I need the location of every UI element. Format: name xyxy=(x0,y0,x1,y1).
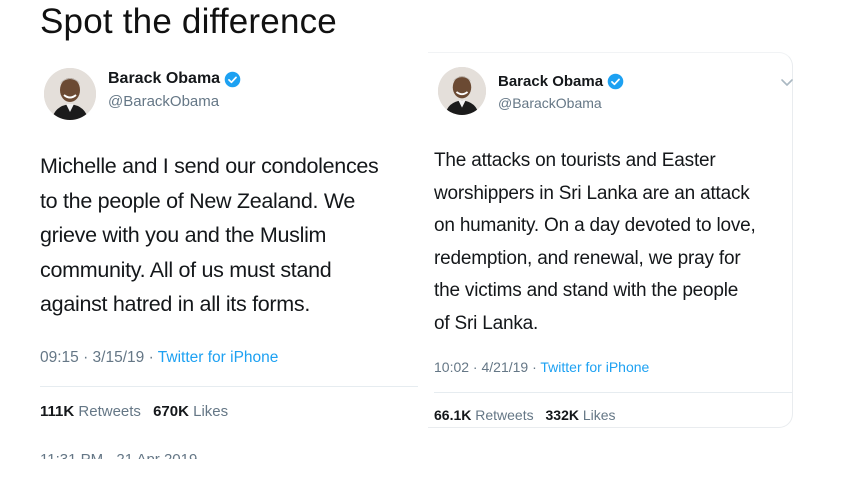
tweet-text-line: of Sri Lanka. xyxy=(434,312,539,334)
tweet-text-line: against hatred in all its forms. xyxy=(40,292,311,316)
tweet-source-link[interactable]: Twitter for iPhone xyxy=(540,359,649,375)
tweet-timestamp: 09:15 · 3/15/19 · Twitter for iPhone xyxy=(40,349,278,367)
tweet-text-line: to the people of New Zealand. We xyxy=(40,188,356,213)
verified-badge-icon xyxy=(224,71,241,88)
chevron-down-icon[interactable] xyxy=(780,78,794,88)
avatar[interactable] xyxy=(44,68,96,120)
tweet-stats: 66.1K Retweets 332K Likes xyxy=(434,407,616,423)
tweet-text-line: community. All of us must stand xyxy=(40,257,332,282)
tweet-stats: 111K Retweets 670K Likes xyxy=(40,403,228,420)
retweet-label[interactable]: Retweets xyxy=(475,407,533,423)
author-handle[interactable]: @BarackObama xyxy=(108,93,219,110)
tweet-card-new-zealand: Barack Obama @BarackObama Michelle and I… xyxy=(30,48,420,468)
tweet-time-date[interactable]: 10:02 · 4/21/19 · xyxy=(434,359,540,375)
tweet-time-date[interactable]: 09:15 · 3/15/19 · xyxy=(40,349,158,366)
tweet-text-line: worshippers in Sri Lanka are an attack xyxy=(434,182,750,204)
retweet-count[interactable]: 111K xyxy=(40,403,74,420)
like-count[interactable]: 332K xyxy=(546,407,579,423)
author-name[interactable]: Barack Obama xyxy=(108,70,220,88)
tweet-text: Michelle and I send our condolences to t… xyxy=(40,149,430,322)
tweet-text-line: Michelle and I send our condolences xyxy=(40,154,379,178)
cutoff-timestamp: 11:31 PM - 21 Apr 2019 xyxy=(40,451,197,459)
divider xyxy=(434,392,792,393)
tweet-text-line: grieve with you and the Muslim xyxy=(40,223,327,247)
tweet-text-line: the victims and stand with the people xyxy=(434,280,739,301)
tweet-text-line: redemption, and renewal, we pray for xyxy=(434,247,741,269)
author-row: Barack Obama xyxy=(108,70,241,88)
tweet-text: The attacks on tourists and Easter worsh… xyxy=(434,145,798,340)
page-title: Spot the difference xyxy=(40,2,337,41)
tweet-source-link[interactable]: Twitter for iPhone xyxy=(158,349,279,366)
tweet-text-line: The attacks on tourists and Easter xyxy=(434,150,716,171)
tweet-timestamp: 10:02 · 4/21/19 · Twitter for iPhone xyxy=(434,359,649,375)
like-label[interactable]: Likes xyxy=(193,403,228,420)
tweet-card-sri-lanka: Barack Obama @BarackObama The attacks on… xyxy=(428,52,800,432)
tweet-text-line: on humanity. On a day devoted to love, xyxy=(434,215,756,236)
author-row: Barack Obama xyxy=(498,73,624,90)
verified-badge-icon xyxy=(607,73,624,90)
retweet-label[interactable]: Retweets xyxy=(78,403,141,420)
divider xyxy=(40,386,418,387)
author-name[interactable]: Barack Obama xyxy=(498,73,603,90)
like-label[interactable]: Likes xyxy=(583,407,616,423)
author-handle[interactable]: @BarackObama xyxy=(498,95,602,111)
like-count[interactable]: 670K xyxy=(153,403,189,420)
avatar[interactable] xyxy=(438,67,486,115)
retweet-count[interactable]: 66.1K xyxy=(434,407,471,423)
